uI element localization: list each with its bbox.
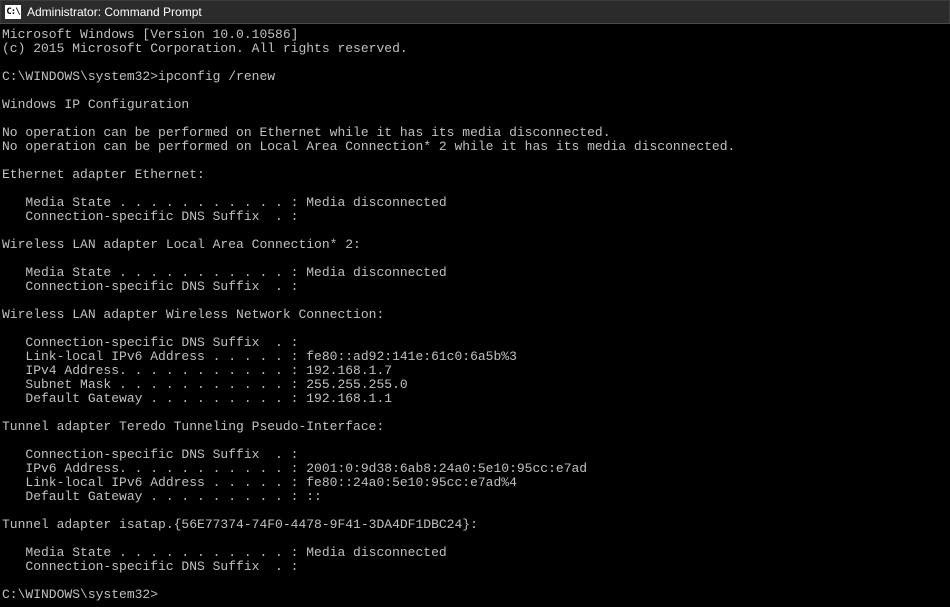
terminal-line: Connection-specific DNS Suffix . : <box>2 210 948 224</box>
terminal-line: Wireless LAN adapter Wireless Network Co… <box>2 308 948 322</box>
terminal-line: Tunnel adapter isatap.{56E77374-74F0-447… <box>2 518 948 532</box>
cmd-icon: C:\ <box>5 5 21 19</box>
terminal-line <box>2 504 948 518</box>
terminal-line <box>2 322 948 336</box>
terminal-line <box>2 406 948 420</box>
terminal-line: Media State . . . . . . . . . . . : Medi… <box>2 196 948 210</box>
terminal-line: Default Gateway . . . . . . . . . : 192.… <box>2 392 948 406</box>
terminal-line <box>2 532 948 546</box>
terminal-line <box>2 84 948 98</box>
terminal-line: Connection-specific DNS Suffix . : <box>2 448 948 462</box>
terminal-line: IPv4 Address. . . . . . . . . . . : 192.… <box>2 364 948 378</box>
terminal-line: Link-local IPv6 Address . . . . . : fe80… <box>2 476 948 490</box>
terminal-line: No operation can be performed on Local A… <box>2 140 948 154</box>
terminal-line: (c) 2015 Microsoft Corporation. All righ… <box>2 42 948 56</box>
terminal-line <box>2 294 948 308</box>
terminal-line <box>2 112 948 126</box>
terminal-line: Link-local IPv6 Address . . . . . : fe80… <box>2 350 948 364</box>
terminal-line <box>2 154 948 168</box>
terminal-line: C:\WINDOWS\system32>ipconfig /renew <box>2 70 948 84</box>
window-title: Administrator: Command Prompt <box>27 5 202 19</box>
terminal-line: Windows IP Configuration <box>2 98 948 112</box>
terminal-line: Microsoft Windows [Version 10.0.10586] <box>2 28 948 42</box>
terminal-line <box>2 56 948 70</box>
terminal-line: Media State . . . . . . . . . . . : Medi… <box>2 266 948 280</box>
terminal-line <box>2 252 948 266</box>
terminal-output[interactable]: Microsoft Windows [Version 10.0.10586](c… <box>0 24 950 606</box>
terminal-line: Tunnel adapter Teredo Tunneling Pseudo-I… <box>2 420 948 434</box>
terminal-line: Default Gateway . . . . . . . . . : :: <box>2 490 948 504</box>
terminal-line: No operation can be performed on Etherne… <box>2 126 948 140</box>
terminal-line: Ethernet adapter Ethernet: <box>2 168 948 182</box>
terminal-line <box>2 182 948 196</box>
titlebar[interactable]: C:\ Administrator: Command Prompt <box>0 0 950 24</box>
terminal-line: IPv6 Address. . . . . . . . . . . : 2001… <box>2 462 948 476</box>
terminal-line: C:\WINDOWS\system32> <box>2 588 948 602</box>
terminal-line <box>2 574 948 588</box>
terminal-line: Subnet Mask . . . . . . . . . . . : 255.… <box>2 378 948 392</box>
terminal-line <box>2 434 948 448</box>
terminal-line <box>2 224 948 238</box>
terminal-line: Wireless LAN adapter Local Area Connecti… <box>2 238 948 252</box>
terminal-line: Connection-specific DNS Suffix . : <box>2 560 948 574</box>
terminal-line: Connection-specific DNS Suffix . : <box>2 280 948 294</box>
terminal-line: Media State . . . . . . . . . . . : Medi… <box>2 546 948 560</box>
terminal-line: Connection-specific DNS Suffix . : <box>2 336 948 350</box>
